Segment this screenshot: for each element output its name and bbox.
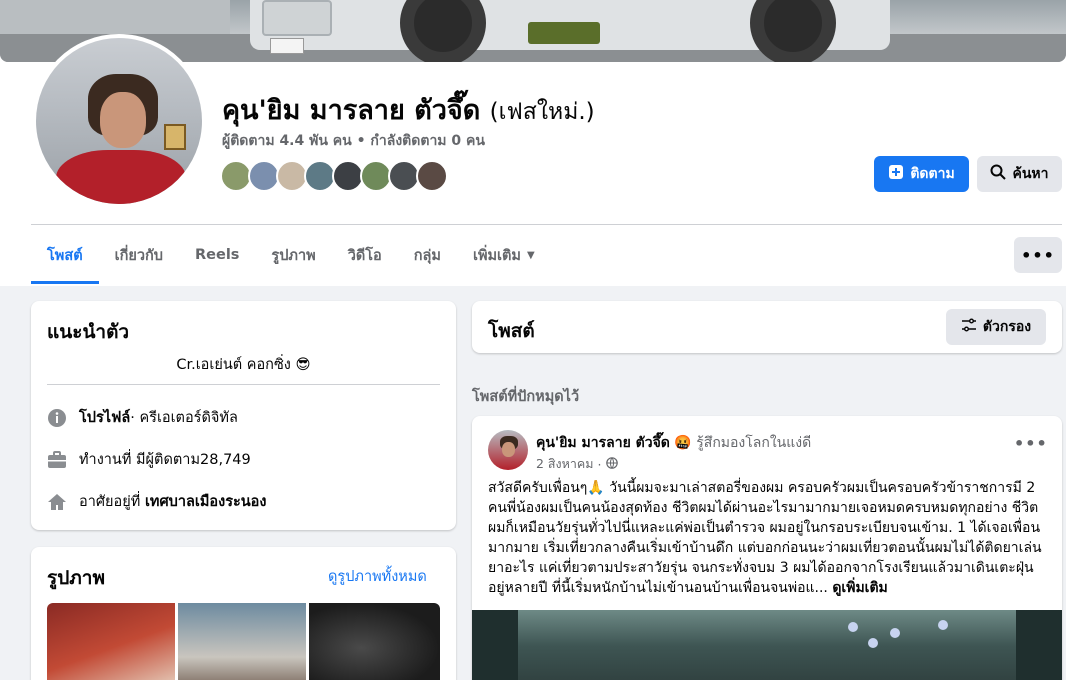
posts-title: โพสต์: [488, 320, 535, 342]
filter-label: ตัวกรอง: [982, 319, 1032, 335]
work-text[interactable]: ทำงานที่ มีผู้ติดตาม28,749: [79, 448, 251, 471]
filter-icon: [961, 318, 977, 336]
photos-title: รูปภาพ: [47, 567, 105, 589]
post-meta: 2 สิงหาคม ·: [536, 454, 618, 474]
profile-avatar[interactable]: [32, 34, 206, 208]
tab-videos[interactable]: วิดีโอ: [332, 226, 398, 284]
tab-reels[interactable]: Reels: [179, 226, 255, 284]
intro-work-row: ทำงานที่ มีผู้ติดตาม28,749: [47, 448, 251, 471]
post-feeling: รู้สึกมองโลกในแง่ดี: [696, 435, 812, 451]
info-icon: [47, 408, 67, 428]
tab-posts[interactable]: โพสต์: [31, 226, 99, 284]
post-author-avatar[interactable]: [488, 430, 528, 470]
search-icon: [990, 164, 1007, 184]
intro-card: แนะนำตัว Cr.เอเย่นต์ คอกซิ่ง 😎 โปรไฟล์ ·…: [31, 301, 456, 530]
post-text: สวัสดีครับเพื่อนๆ🙏 วันนี้ผมจะมาเล่าสตอรี…: [488, 480, 1042, 596]
home-icon: [47, 492, 67, 512]
caret-down-icon: ▼: [527, 249, 535, 261]
follow-icon: [888, 164, 904, 184]
briefcase-icon: [47, 450, 67, 470]
tab-photos[interactable]: รูปภาพ: [255, 226, 331, 284]
profile-tabs: โพสต์ เกี่ยวกับ Reels รูปภาพ วิดีโอ กลุ่…: [31, 226, 551, 284]
bio-divider: [47, 384, 440, 385]
bio-text: Cr.เอเย่นต์ คอกซิ่ง 😎: [176, 357, 311, 373]
post-menu-button[interactable]: •••: [1014, 434, 1048, 453]
follow-button[interactable]: ติดตาม: [874, 156, 969, 192]
intro-lives-row: อาศัยอยู่ที่ เทศบาลเมืองระนอง: [47, 490, 266, 513]
photo-thumbnail[interactable]: [47, 603, 175, 680]
posts-header-card: โพสต์ ตัวกรอง: [472, 301, 1062, 353]
post-date[interactable]: 2 สิงหาคม: [536, 454, 594, 474]
search-button[interactable]: ค้นหา: [977, 156, 1062, 192]
post-image[interactable]: [472, 610, 1062, 680]
see-all-photos-link[interactable]: ดูรูปภาพทั้งหมด: [328, 565, 427, 588]
header-divider: [31, 224, 1062, 225]
separator-dot: ·: [597, 456, 602, 472]
lives-prefix: อาศัยอยู่ที่: [79, 494, 141, 510]
pinned-post: คุน'ยิม มารลาย ตัวจึ๊ด 🤬 รู้สึกมองโลกในแ…: [472, 416, 1062, 680]
feeling-emoji: 🤬: [674, 435, 692, 451]
more-options-button[interactable]: •••: [1014, 237, 1062, 273]
profile-label: โปรไฟล์: [79, 410, 131, 426]
follow-stats[interactable]: ผู้ติดตาม 4.4 พัน คน • กำลังติดตาม 0 คน: [222, 130, 485, 152]
filter-button[interactable]: ตัวกรอง: [946, 309, 1046, 345]
follow-label: ติดตาม: [910, 166, 955, 182]
photo-thumbnail[interactable]: [309, 603, 440, 680]
tab-groups[interactable]: กลุ่ม: [398, 226, 457, 284]
post-body: สวัสดีครับเพื่อนๆ🙏 วันนี้ผมจะมาเล่าสตอรี…: [488, 478, 1044, 598]
profile-name: คุน'ยิม มารลาย ตัวจึ๊ด (เฟสใหม่.): [222, 88, 595, 131]
pinned-posts-label: โพสต์ที่ปักหมุดไว้: [472, 389, 580, 405]
globe-icon: [605, 456, 618, 472]
profile-category: · ครีเอเตอร์ดิจิทัล: [130, 410, 238, 426]
intro-title: แนะนำตัว: [47, 321, 130, 343]
lives-place[interactable]: เทศบาลเมืองระนอง: [145, 490, 267, 513]
photos-card: รูปภาพ ดูรูปภาพทั้งหมด: [31, 547, 456, 680]
post-author-name[interactable]: คุน'ยิม มารลาย ตัวจึ๊ด: [536, 435, 670, 451]
search-label: ค้นหา: [1012, 166, 1049, 182]
profile-alt-name: (เฟสใหม่.): [489, 99, 595, 125]
profile-name-text: คุน'ยิม มารลาย ตัวจึ๊ด: [222, 95, 481, 126]
tab-more[interactable]: เพิ่มเติม ▼: [457, 226, 551, 284]
photo-thumbnail[interactable]: [178, 603, 306, 680]
follower-avatar[interactable]: [416, 160, 448, 192]
intro-profile-row: โปรไฟล์ · ครีเอเตอร์ดิจิทัล: [47, 406, 238, 429]
see-more-link[interactable]: ดูเพิ่มเติม: [832, 580, 887, 596]
post-header: คุน'ยิม มารลาย ตัวจึ๊ด 🤬 รู้สึกมองโลกในแ…: [536, 432, 811, 454]
tab-about[interactable]: เกี่ยวกับ: [99, 226, 179, 284]
profile-header: คุน'ยิม มารลาย ตัวจึ๊ด (เฟสใหม่.) ผู้ติด…: [0, 0, 1066, 286]
